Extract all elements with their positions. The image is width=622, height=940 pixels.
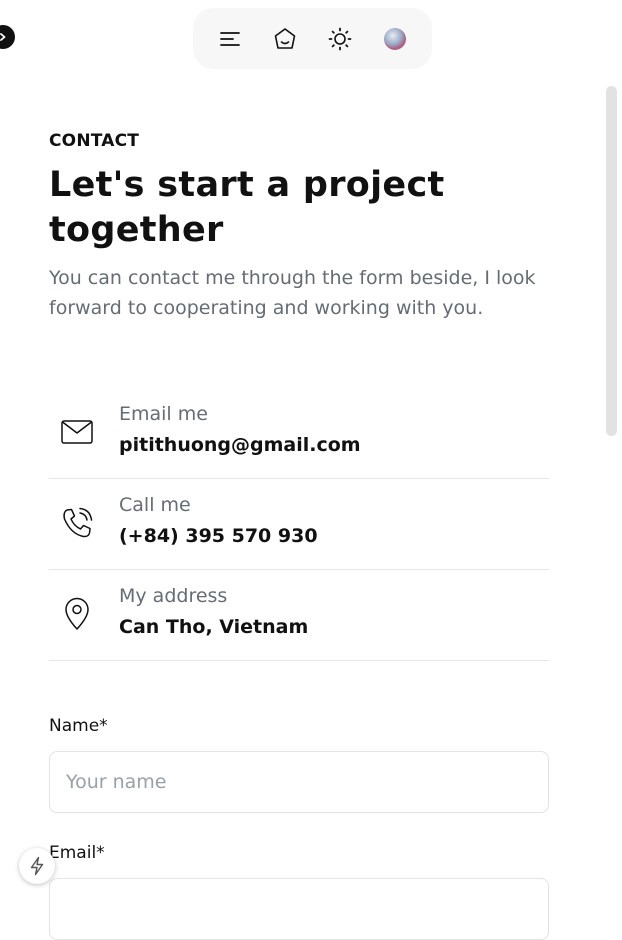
home-icon <box>274 27 296 49</box>
mail-icon <box>57 412 97 452</box>
contact-info-address[interactable]: My address Can Tho, Vietnam <box>49 570 549 661</box>
name-label: Name* <box>49 716 108 736</box>
menu-icon <box>220 31 241 46</box>
info-value[interactable]: pitithuong@gmail.com <box>119 434 361 456</box>
email-label: Email* <box>49 843 105 863</box>
menu-button[interactable] <box>214 23 246 55</box>
info-label: My address <box>119 585 228 607</box>
page-lead: You can contact me through the form besi… <box>49 267 536 319</box>
contact-info-email[interactable]: Email me pitithuong@gmail.com <box>49 388 549 479</box>
sun-icon <box>328 27 352 50</box>
page-title: Let's start a project together <box>49 165 445 250</box>
info-value: Can Tho, Vietnam <box>119 616 309 638</box>
info-value[interactable]: (+84) 395 570 930 <box>119 525 318 547</box>
quick-action-button[interactable] <box>19 848 55 884</box>
info-label: Email me <box>119 403 208 425</box>
map-pin-icon <box>57 594 97 634</box>
theme-toggle-button[interactable] <box>324 23 356 55</box>
profile-button[interactable] <box>379 23 411 55</box>
lightning-icon <box>30 856 44 876</box>
sidebar-toggle-button[interactable] <box>0 25 15 49</box>
name-input[interactable] <box>49 751 549 813</box>
home-button[interactable] <box>269 23 301 55</box>
chevron-right-icon <box>0 33 6 41</box>
section-eyebrow: CONTACT <box>49 131 140 151</box>
info-label: Call me <box>119 494 191 516</box>
phone-icon <box>57 503 97 543</box>
scrollbar[interactable] <box>606 86 617 436</box>
email-input[interactable] <box>49 878 549 940</box>
top-nav <box>193 8 432 69</box>
contact-info-phone[interactable]: Call me (+84) 395 570 930 <box>49 479 549 570</box>
avatar <box>383 27 406 50</box>
